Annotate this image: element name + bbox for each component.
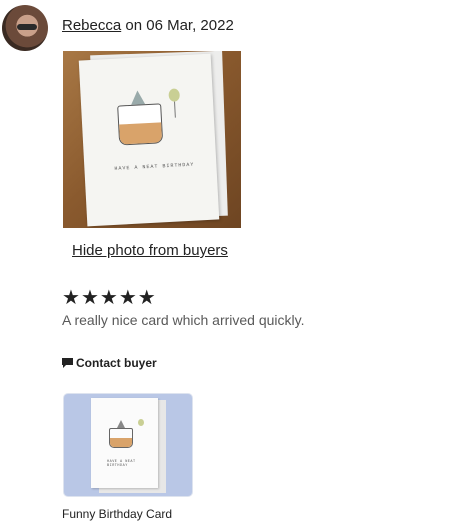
balloon-icon <box>168 88 181 102</box>
review-header: Rebecca on 06 Mar, 2022 <box>62 17 234 34</box>
listing-thumbnail[interactable]: HAVE A NEAT BIRTHDAY <box>64 394 192 496</box>
review-date: 06 Mar, 2022 <box>146 17 234 34</box>
party-hat-icon <box>130 90 146 105</box>
listing-title-link[interactable]: Funny Birthday Card <box>62 507 172 521</box>
party-hat-icon <box>117 420 125 428</box>
star-icon: ★ <box>99 285 118 309</box>
glass-liquid <box>119 122 163 145</box>
avatar-glasses <box>17 24 37 30</box>
hide-photo-link[interactable]: Hide photo from buyers <box>72 242 228 259</box>
contact-buyer-label: Contact buyer <box>76 356 157 370</box>
reviewer-avatar <box>2 5 48 51</box>
card-front: HAVE A NEAT BIRTHDAY <box>78 53 220 227</box>
star-rating: ★ ★ ★ ★ ★ <box>62 287 156 307</box>
chat-bubble-icon <box>62 358 73 368</box>
review-date-prefix: on <box>125 17 143 34</box>
star-icon: ★ <box>137 285 156 309</box>
star-icon: ★ <box>62 285 80 309</box>
contact-buyer-button[interactable]: Contact buyer <box>62 356 157 370</box>
star-icon: ★ <box>80 285 99 309</box>
review-photo[interactable]: HAVE A NEAT BIRTHDAY <box>63 51 241 228</box>
reviewer-name-link[interactable]: Rebecca <box>62 17 121 34</box>
balloon-string <box>174 101 176 118</box>
review-text: A really nice card which arrived quickly… <box>62 312 305 328</box>
glass-illustration <box>117 103 164 146</box>
star-icon: ★ <box>118 285 137 309</box>
glass-liquid <box>110 438 132 447</box>
card-caption: HAVE A NEAT BIRTHDAY <box>114 161 195 172</box>
thumb-card-front: HAVE A NEAT BIRTHDAY <box>91 398 158 488</box>
balloon-icon <box>138 419 144 426</box>
thumb-card-caption: HAVE A NEAT BIRTHDAY <box>107 460 136 468</box>
glass-illustration <box>109 428 133 448</box>
